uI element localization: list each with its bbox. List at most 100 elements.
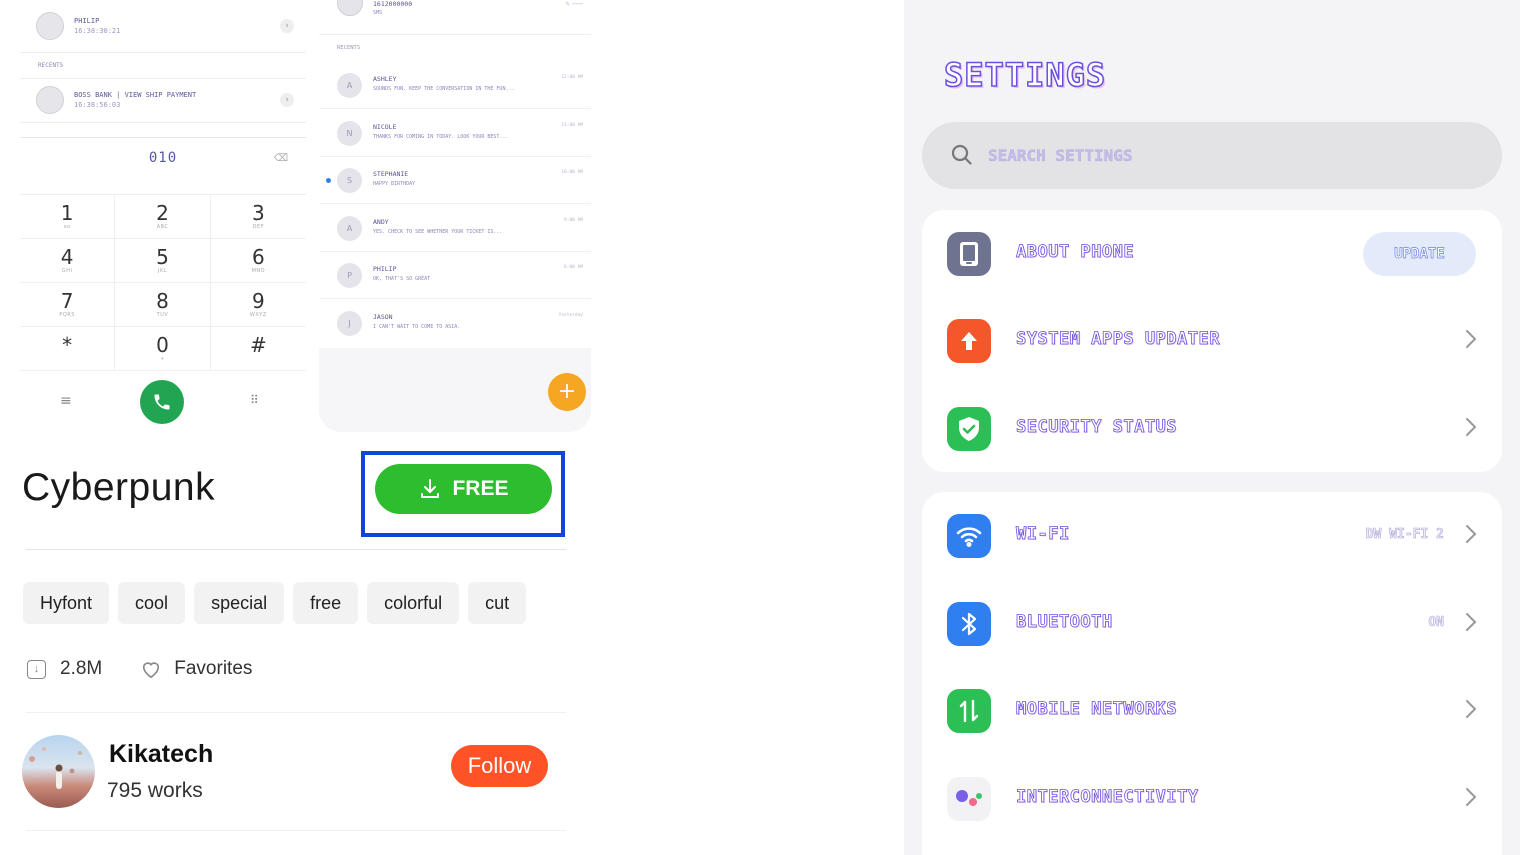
message-time: Yesterday: [558, 313, 583, 318]
favorites-label[interactable]: Favorites: [174, 658, 252, 680]
avatar: A: [337, 216, 362, 241]
avatar: [36, 86, 64, 114]
update-button[interactable]: UPDATE: [1363, 232, 1476, 276]
message-time: 9:00 AM: [564, 218, 583, 223]
contact-name: PHILIP: [74, 17, 100, 25]
page-title: Cyberpunk: [22, 466, 216, 509]
message-time: 11:00 AM: [561, 123, 583, 128]
settings-item-system-apps-updater[interactable]: SYSTEM APPS UPDATER: [922, 297, 1502, 385]
avatar[interactable]: [22, 735, 95, 808]
settings-item-about-phone[interactable]: ABOUT PHONE UPDATE: [922, 210, 1502, 298]
wifi-icon: [947, 514, 991, 558]
shield-check-icon: [947, 407, 991, 451]
settings-item-label: SYSTEM APPS UPDATER: [1016, 329, 1220, 350]
contact-sub: 16:38:30:21: [74, 27, 121, 35]
settings-item-wifi[interactable]: WI-FI DW WI-FI 2: [922, 492, 1502, 580]
avatar: S: [337, 168, 362, 193]
chevron-right-icon: [1466, 700, 1477, 718]
key-hash: #: [210, 327, 306, 371]
divider: [26, 549, 566, 550]
message-sender: ANDY: [373, 218, 389, 226]
settings-item-interconnectivity[interactable]: INTERCONNECTIVITY: [922, 755, 1502, 843]
key-8: 8 TUV: [115, 283, 211, 327]
mobile-data-icon: [947, 689, 991, 733]
chevron-right-icon: [1466, 788, 1477, 806]
message-list: 1612000000 SMS ✎ ─── RECENTS A ASHLEY SO…: [319, 0, 591, 348]
free-download-button[interactable]: FREE: [375, 464, 552, 514]
key-star: *: [20, 327, 116, 371]
dialpad-icon: ⠿: [250, 393, 259, 407]
tag-cute[interactable]: cut: [468, 582, 527, 624]
message-preview: THANKS FOR COMING IN TODAY. LOOK YOUR BE…: [373, 134, 509, 140]
key-2: 2 ABC: [115, 195, 211, 239]
author-name[interactable]: Kikatech: [109, 740, 213, 769]
search-input[interactable]: [988, 122, 1468, 189]
message-preview: OK, THAT'S SO GREAT: [373, 276, 431, 282]
unread-dot-icon: [326, 178, 331, 183]
settings-item-label: SECURITY STATUS: [1016, 417, 1178, 438]
settings-group: WI-FI DW WI-FI 2 BLUETOOTH ON MOBILE NET…: [922, 492, 1502, 855]
tag-cool[interactable]: cool: [118, 582, 186, 624]
list-item: N NICOLE THANKS FOR COMING IN TODAY. LOO…: [319, 110, 591, 157]
settings-group: ABOUT PHONE UPDATE SYSTEM APPS UPDATER S…: [922, 210, 1502, 472]
settings-title: SETTINGS: [943, 55, 1107, 95]
settings-item-label: ABOUT PHONE: [1016, 242, 1135, 263]
dialer-actions: ≡ ⠿: [20, 372, 306, 432]
contact-sub: 16:38:56:03: [74, 101, 121, 109]
key-0: 0 +: [115, 327, 211, 371]
settings-preview: SETTINGS ABOUT PHONE UPDATE SYSTEM APPS …: [904, 0, 1520, 855]
download-count: 2.8M: [60, 658, 103, 679]
message-sender: ASHLEY: [373, 75, 397, 83]
interconnect-icon: [947, 777, 991, 821]
divider: [20, 137, 306, 138]
dialed-number: 010: [148, 150, 178, 166]
tag-list: Hyfont cool special free colorful cut: [23, 582, 568, 626]
settings-item-bluetooth[interactable]: BLUETOOTH ON: [922, 580, 1502, 668]
key-3: 3 DEF: [210, 195, 306, 239]
key-1: 1 oo: [20, 195, 116, 239]
tag-hyfont[interactable]: Hyfont: [23, 582, 110, 624]
wifi-network-name: DW WI-FI 2: [1365, 527, 1444, 543]
message-sender: PHILIP: [373, 265, 397, 273]
download-count-icon: ↓: [27, 659, 46, 679]
settings-item-label: WI-FI: [1016, 524, 1070, 545]
avatar: [36, 12, 64, 40]
chevron-right-icon: [1466, 418, 1477, 436]
contact-row: BOSS BANK | VIEW SHIP PAYMENT 16:38:56:0…: [20, 86, 306, 114]
free-download-label: FREE: [452, 477, 509, 500]
settings-item-security-status[interactable]: SECURITY STATUS: [922, 385, 1502, 473]
messages-preview: 1612000000 SMS ✎ ─── RECENTS A ASHLEY SO…: [319, 0, 591, 432]
author-works: 795 works: [107, 779, 203, 802]
header-name: 1612000000: [373, 0, 413, 8]
section-label: RECENTS: [337, 45, 361, 51]
message-time: 8:00 AM: [564, 265, 583, 270]
screen: PHILIP 16:38:30:21 › RECENTS BOSS BANK |…: [0, 0, 1520, 855]
settings-item-mobile-networks[interactable]: MOBILE NETWORKS: [922, 667, 1502, 755]
key-4: 4 GHI: [20, 239, 116, 283]
tag-special[interactable]: special: [194, 582, 285, 624]
bluetooth-status: ON: [1428, 615, 1444, 631]
message-sender: NICOLE: [373, 123, 397, 131]
search-bar[interactable]: [922, 122, 1502, 189]
arrow-up-icon: [947, 319, 991, 363]
add-icon: +: [548, 373, 586, 411]
list-item: S STEPHANIE HAPPY BIRTHDAY 10:00 AM: [319, 157, 591, 204]
chevron-right-icon: ›: [280, 19, 294, 33]
divider: [20, 122, 306, 123]
message-preview: SOUNDS FUN. KEEP THE CONVERSATION IN THE…: [373, 86, 515, 92]
message-sender: JASON: [373, 313, 393, 321]
header-sub: SMS: [373, 10, 383, 16]
heart-icon[interactable]: [140, 659, 162, 679]
search-icon: [951, 144, 972, 165]
keypad: 1 oo 2 ABC 3 DEF 4 GHI 5 JKL 6 MNO 7 PQRS 8 TUV …: [20, 195, 306, 371]
divider: [26, 712, 566, 713]
avatar: J: [337, 311, 362, 336]
key-9: 9 WXYZ: [210, 283, 306, 327]
settings-item-label: INTERCONNECTIVITY: [1016, 787, 1199, 808]
message-preview: HAPPY BIRTHDAY: [373, 181, 416, 187]
backspace-icon: ⌫: [273, 153, 288, 164]
tag-free[interactable]: free: [293, 582, 359, 624]
avatar: A: [337, 73, 362, 98]
tag-colorful[interactable]: colorful: [367, 582, 460, 624]
follow-button[interactable]: Follow: [451, 745, 548, 787]
